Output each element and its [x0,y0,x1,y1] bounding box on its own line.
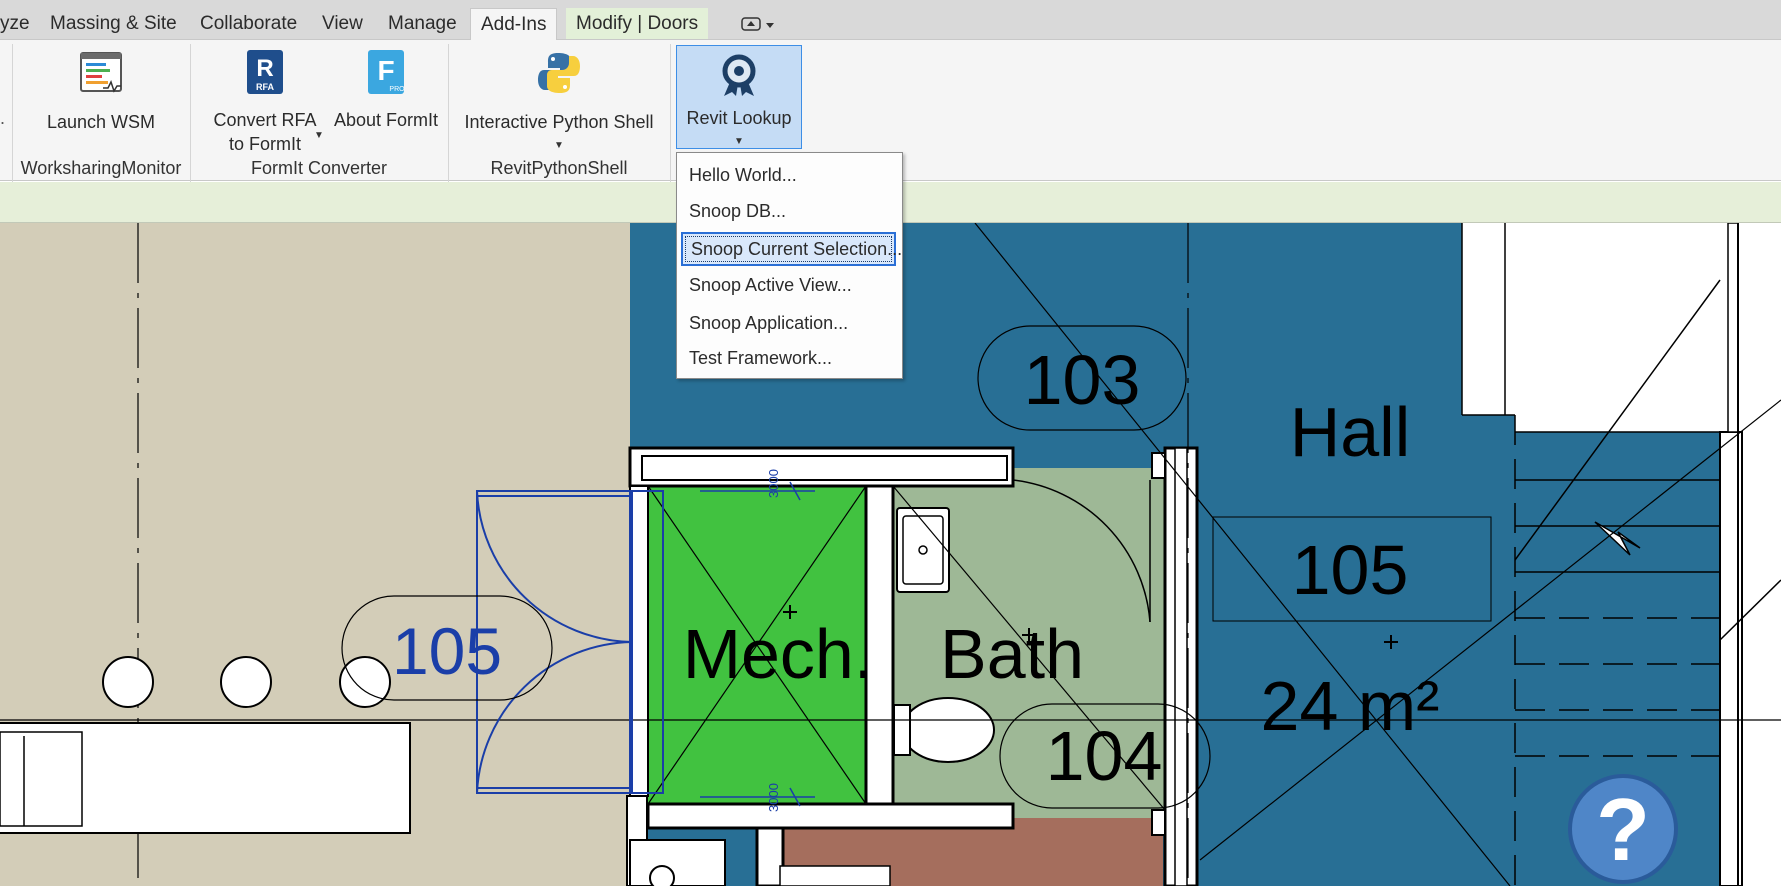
tab-analyze[interactable]: yze [0,8,40,39]
dimension-bottom: 3000 [766,783,781,812]
python-icon [538,53,580,93]
tab-add-ins[interactable]: Add-Ins [470,8,558,41]
door-tag-105[interactable]: 105 [392,614,502,688]
revit-lookup-icon [722,54,756,96]
svg-text:RFA: RFA [256,82,275,92]
tab-massing-site[interactable]: Massing & Site [40,8,187,39]
revit-lookup-dropdown: Hello World... Snoop DB... Snoop Current… [676,152,903,379]
menu-item-snoop-db[interactable]: Snoop DB... [681,195,896,227]
convert-rfa-label-1: Convert RFA [213,110,317,130]
help-button[interactable]: ? [1568,774,1678,884]
revit-rfa-icon: R RFA [247,50,283,94]
launch-wsm-button[interactable]: Launch WSM [40,50,162,134]
menu-item-snoop-active-view[interactable]: Snoop Active View... [681,269,896,301]
svg-text:R: R [256,55,273,82]
chevron-down-icon: ▼ [314,130,324,141]
ribbon-display-icon [741,17,774,31]
python-shell-button[interactable]: Interactive Python Shell ▼ [460,50,658,158]
room-name-bath: Bath [940,615,1084,693]
tab-view[interactable]: View [312,8,373,39]
python-shell-label: Interactive Python Shell [464,112,654,132]
convert-rfa-label-2: to FormIt [228,134,301,154]
room-tag-105[interactable]: 105 [1292,531,1409,609]
about-formit-button[interactable]: F PRO About FormIt [328,48,444,132]
room-tag-103[interactable]: 103 [1024,341,1141,419]
panel-title-worksharing: WorksharingMonitor [20,158,182,178]
worksharing-monitor-icon [80,52,122,93]
truncated-dot: . [0,108,6,128]
tab-collaborate[interactable]: Collaborate [190,8,307,39]
room-name-hall: Hall [1290,393,1411,471]
room-tag-104[interactable]: 104 [1046,717,1163,795]
chevron-down-icon: ▼ [554,140,564,151]
room-name-mech: Mech. [683,615,874,693]
revit-lookup-button[interactable]: Revit Lookup ▼ [676,45,802,149]
panel-title-python: RevitPythonShell [490,158,628,178]
ribbon-tab-bar: yze Massing & Site Collaborate View Mana… [0,0,1781,41]
chevron-down-icon: ▼ [734,136,744,147]
room-area: 24 m² [1261,667,1440,745]
tab-manage[interactable]: Manage [378,8,467,39]
tab-modify-doors[interactable]: Modify | Doors [566,8,709,39]
menu-item-snoop-application[interactable]: Snoop Application... [681,307,896,339]
panel-title-formit: FormIt Converter [250,158,388,178]
formit-icon: F PRO [368,50,405,94]
about-formit-label: About FormIt [333,110,439,130]
menu-item-test-framework[interactable]: Test Framework... [681,342,896,374]
dimension-top: 3000 [766,469,781,498]
launch-wsm-label: Launch WSM [46,112,156,132]
revit-lookup-label: Revit Lookup [686,108,792,128]
menu-item-snoop-current-selection[interactable]: Snoop Current Selection... [681,232,902,266]
convert-rfa-button[interactable]: R RFA Convert RFA to FormIt ▼ [206,48,324,156]
menu-item-hello-world[interactable]: Hello World... [681,159,896,191]
ribbon-minimize-button[interactable] [738,14,776,34]
svg-text:F: F [377,55,394,86]
svg-text:PRO: PRO [389,86,405,93]
